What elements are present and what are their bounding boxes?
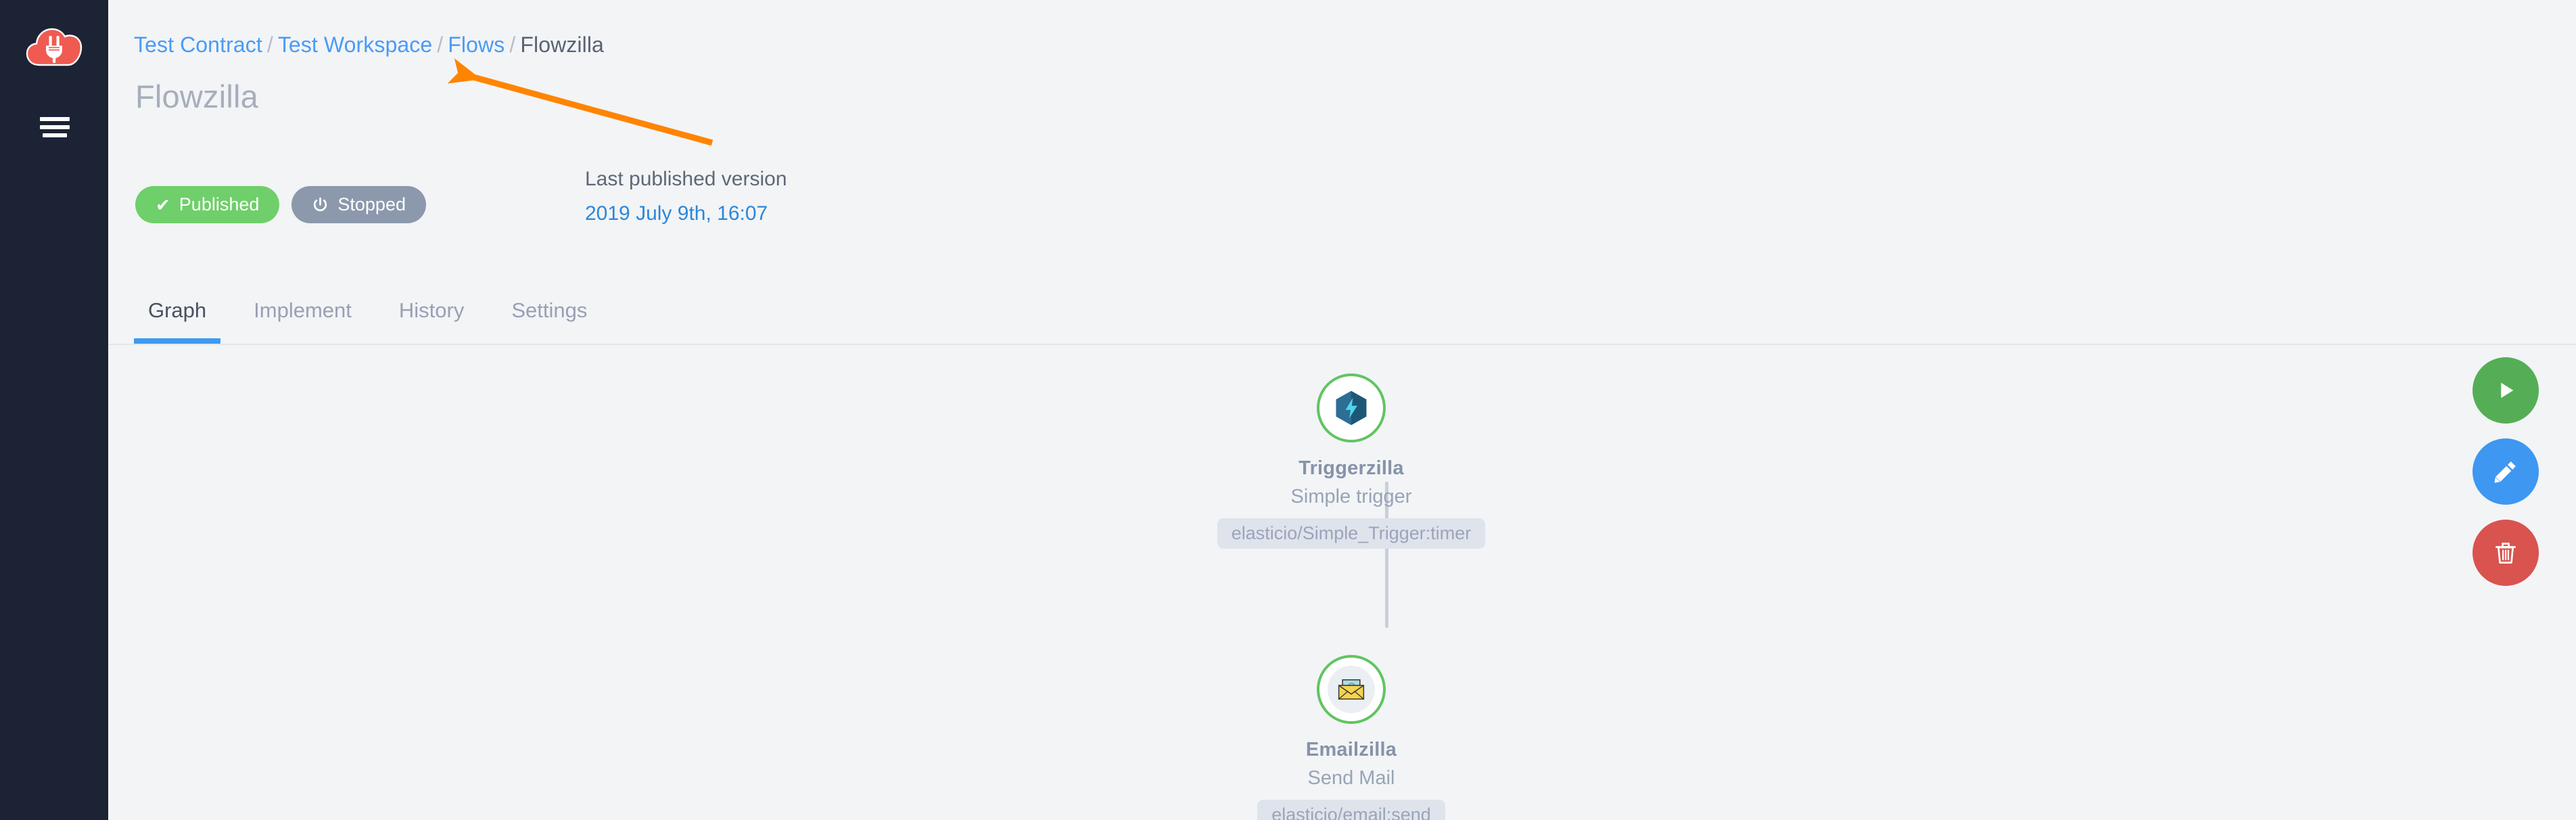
status-badge-stopped-label: Stopped bbox=[337, 194, 406, 214]
breadcrumb-item-test-contract[interactable]: Test Contract bbox=[134, 32, 262, 57]
hexagon-lightning-bolt-icon bbox=[1331, 388, 1372, 428]
flow-node-subtitle: Simple trigger bbox=[1290, 486, 1412, 507]
tab-implement[interactable]: Implement bbox=[239, 277, 366, 344]
sidebar bbox=[0, 0, 108, 820]
flow-node-icon-circle[interactable] bbox=[1317, 373, 1386, 442]
main-content: Test Contract / Test Workspace / Flows / Flowz… bbox=[108, 0, 2576, 820]
flow-node-subtitle: Send Mail bbox=[1307, 767, 1395, 789]
status-badge-published[interactable]: ✔ Published bbox=[135, 186, 280, 223]
flow-node-triggerzilla[interactable]: Triggerzilla Simple trigger elasticio/Si… bbox=[1175, 373, 1527, 549]
flow-node-title: Emailzilla bbox=[1305, 739, 1397, 760]
breadcrumb-item-test-workspace[interactable]: Test Workspace bbox=[278, 32, 432, 57]
cloud-plug-logo-icon[interactable] bbox=[26, 26, 83, 69]
tab-settings[interactable]: Settings bbox=[497, 277, 601, 344]
check-icon: ✔ bbox=[156, 194, 170, 215]
run-flow-button[interactable] bbox=[2473, 357, 2539, 424]
page-title: Flowzilla bbox=[135, 78, 258, 114]
trash-icon bbox=[2493, 541, 2518, 565]
envelope-at-icon: @ bbox=[1328, 666, 1375, 713]
hamburger-menu-icon[interactable] bbox=[40, 117, 70, 137]
hamburger-bar bbox=[43, 133, 67, 137]
breadcrumb-separator: / bbox=[437, 32, 444, 57]
edit-flow-button[interactable] bbox=[2473, 438, 2539, 505]
page-header: Test Contract / Test Workspace / Flows / Flowz… bbox=[108, 0, 2576, 345]
flow-node-title: Triggerzilla bbox=[1298, 457, 1404, 479]
power-icon bbox=[312, 196, 329, 213]
tab-graph[interactable]: Graph bbox=[134, 277, 221, 344]
flow-node-icon-circle[interactable]: @ bbox=[1317, 655, 1386, 724]
breadcrumb-separator: / bbox=[509, 32, 516, 57]
breadcrumb-separator: / bbox=[266, 32, 273, 57]
status-badge-stopped[interactable]: Stopped bbox=[291, 186, 426, 223]
breadcrumb-item-flows[interactable]: Flows bbox=[448, 32, 505, 57]
publish-info-label: Last published version bbox=[585, 168, 787, 190]
flow-graph-canvas[interactable]: Triggerzilla Simple trigger elasticio/Si… bbox=[108, 346, 2576, 820]
floating-action-buttons bbox=[2473, 357, 2539, 601]
publish-info: Last published version 2019 July 9th, 16… bbox=[585, 169, 787, 224]
hamburger-bar bbox=[40, 117, 70, 121]
hamburger-bar bbox=[40, 125, 70, 129]
breadcrumb-item-flowzilla: Flowzilla bbox=[520, 32, 604, 57]
tab-bar: Graph Implement History Settings bbox=[108, 277, 2576, 345]
flow-node-emailzilla[interactable]: @ Emailzilla Send Mail elasticio/email:s… bbox=[1175, 655, 1527, 820]
status-badge-published-label: Published bbox=[179, 194, 260, 214]
breadcrumb: Test Contract / Test Workspace / Flows / Flowz… bbox=[134, 32, 604, 58]
pencil-icon bbox=[2493, 459, 2519, 484]
delete-flow-button[interactable] bbox=[2473, 520, 2539, 586]
tab-history[interactable]: History bbox=[385, 277, 478, 344]
app-root: Test Contract / Test Workspace / Flows / Flowz… bbox=[0, 0, 2576, 820]
flow-node-component-chip: elasticio/email:send bbox=[1257, 800, 1445, 820]
publish-info-date[interactable]: 2019 July 9th, 16:07 bbox=[585, 204, 787, 224]
flow-node-component-chip: elasticio/Simple_Trigger:timer bbox=[1217, 518, 1486, 549]
status-row: ✔ Published Stopped bbox=[135, 186, 426, 223]
play-icon bbox=[2493, 378, 2518, 403]
